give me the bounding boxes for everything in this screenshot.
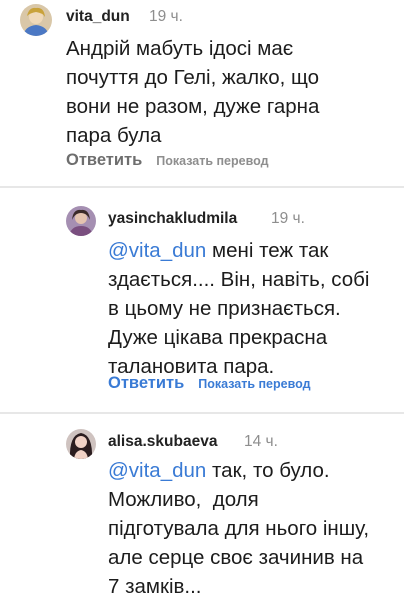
comment-timestamp: 19 ч. — [149, 8, 183, 25]
comment-actions: Ответить Показать перевод — [108, 374, 311, 393]
avatar[interactable] — [20, 4, 52, 36]
comment-text-line: в цьому не признається. — [108, 297, 341, 320]
user-avatar-icon — [66, 206, 96, 236]
comment-text-line: але серце своє зачинив на — [108, 546, 364, 569]
comment-text-line: здається.... Він, навіть, собі — [108, 268, 370, 291]
comment-text-segment: мені теж так — [206, 239, 329, 262]
comment-text-segment: так, то було. — [206, 459, 330, 482]
comment-timestamp: 19 ч. — [271, 210, 305, 227]
comment-text-line: пара була — [66, 124, 162, 147]
comment-text-line: підготувала для нього іншу, — [108, 517, 370, 540]
comment-actions: Ответить Показать перевод — [66, 151, 269, 170]
divider — [0, 412, 404, 414]
user-avatar-icon — [20, 4, 52, 36]
comment-text: @vita_dun так, то було. Можливо, доля пі… — [108, 456, 398, 601]
comment-text-line: @vita_dun мені теж так — [108, 236, 398, 265]
comment-text-line: Андрій мабуть ідосі має — [66, 37, 294, 60]
mention-link[interactable]: @vita_dun — [108, 239, 206, 262]
comment-text-line: Можливо, доля — [108, 488, 259, 511]
comment-timestamp: 14 ч. — [244, 433, 278, 450]
comment-username[interactable]: yasinchakludmila — [108, 210, 237, 228]
comment-text: @vita_dun мені теж так здається.... Він,… — [108, 236, 398, 381]
comment-text-line: @vita_dun так, то було. — [108, 456, 398, 485]
comment-username[interactable]: alisa.skubaeva — [108, 433, 217, 451]
user-avatar-icon — [66, 429, 96, 459]
reply-button[interactable]: Ответить — [66, 151, 142, 169]
translate-button[interactable]: Показать перевод — [198, 377, 310, 391]
avatar[interactable] — [66, 429, 96, 459]
divider — [0, 186, 404, 188]
mention-link[interactable]: @vita_dun — [108, 459, 206, 482]
comment-text-line: 7 замків... — [108, 575, 202, 598]
comment-text: Андрій мабуть ідосі має почуття до Гелі,… — [66, 34, 386, 150]
comment-username[interactable]: vita_dun — [66, 8, 130, 26]
comment-text-line: почуття до Гелі, жалко, що — [66, 66, 320, 89]
comment-text-line: Дуже цікава прекрасна — [108, 326, 328, 349]
comment-text-line: вони не разом, дуже гарна — [66, 95, 320, 118]
reply-button[interactable]: Ответить — [108, 374, 184, 392]
translate-button[interactable]: Показать перевод — [156, 154, 268, 168]
avatar[interactable] — [66, 206, 96, 236]
